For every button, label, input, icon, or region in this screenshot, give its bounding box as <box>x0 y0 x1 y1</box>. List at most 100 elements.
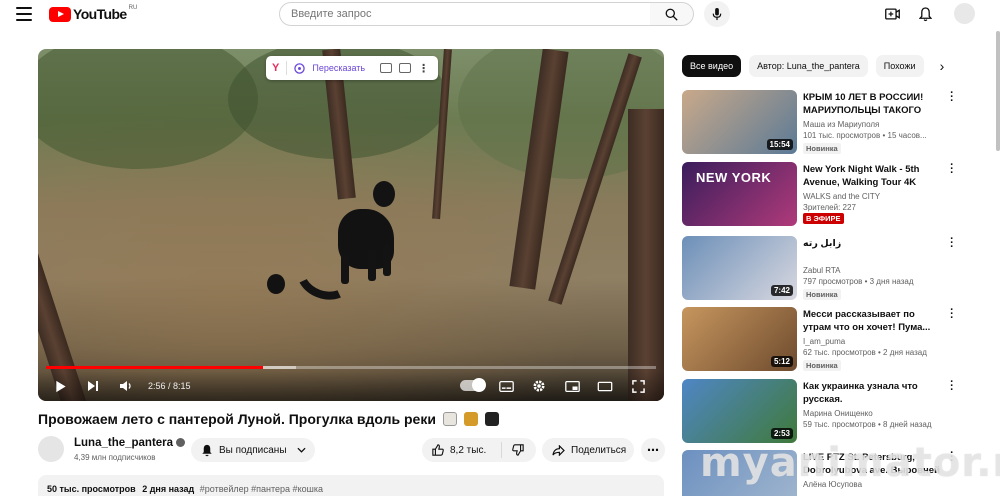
thumbs-up-icon <box>432 444 444 456</box>
fullscreen-icon <box>631 379 645 393</box>
video-meta: 59 тыс. просмотров • 8 дней назад <box>803 420 932 429</box>
recommendation-item[interactable]: 7:42 زابل رته Zabul RTA 797 просмотров • 3 … <box>682 234 962 302</box>
search-box <box>279 2 651 26</box>
next-button[interactable] <box>84 377 102 395</box>
summarize-button[interactable]: Пересказать <box>312 63 365 73</box>
video-thumbnail[interactable]: 2:53 <box>682 379 797 443</box>
more-actions-button[interactable]: ⋯ <box>641 438 665 462</box>
player-controls: 2:56 / 8:15 <box>38 371 664 401</box>
duration-badge: 5:12 <box>770 356 793 367</box>
settings-button[interactable] <box>529 377 549 395</box>
view-count: 50 тыс. просмотров <box>47 484 136 494</box>
subscriber-count: 4,39 млн подписчиков <box>74 453 156 462</box>
summarize-extension-bar: Y Пересказать ⋮ <box>266 56 438 80</box>
new-badge: Новинка <box>803 360 841 371</box>
video-title: КРЫМ 10 ЛЕТ В РОССИИ! МАРИУПОЛЬЦЫ ТАКОГО… <box>803 92 924 116</box>
subtitles-button[interactable] <box>496 377 516 395</box>
time-display: 2:56 / 8:15 <box>148 381 191 391</box>
recommendation-item[interactable]: NEW YORK New York Night Walk - 5th Avenue… <box>682 160 962 228</box>
chip-all-videos[interactable]: Все видео <box>682 55 742 77</box>
youtube-play-icon <box>49 6 71 22</box>
recommendation-item[interactable]: 2:53 Как украинка узнала что русская. Мари… <box>682 377 962 445</box>
subscribed-label: Вы подписаны <box>219 444 287 456</box>
search-button[interactable] <box>650 2 694 26</box>
video-player[interactable]: Y Пересказать ⋮ 2:56 / 8:15 <box>38 49 664 401</box>
subscribed-button[interactable]: Вы подписаны <box>191 438 315 462</box>
video-meta: 797 просмотров • 3 дня назад <box>803 277 914 286</box>
share-button[interactable]: Поделиться <box>542 438 634 462</box>
hashtags[interactable]: #ротвейлер #пантера #кошка <box>200 484 323 494</box>
channel-name: Zabul RTA <box>803 266 841 275</box>
video-meta: 101 тыс. просмотров • 15 часов... <box>803 131 927 140</box>
miniplayer-button[interactable] <box>562 377 582 395</box>
channel-name: I_am_puma <box>803 337 846 346</box>
panther-leg <box>341 254 349 284</box>
channel-avatar[interactable] <box>38 436 64 462</box>
youtube-logo[interactable]: YouTube RU <box>49 5 137 22</box>
search-icon <box>665 8 678 21</box>
publish-date: 2 дня назад <box>142 484 195 494</box>
menu-icon[interactable] <box>16 7 32 21</box>
video-thumbnail[interactable]: 15:54 <box>682 90 797 154</box>
search-input[interactable] <box>291 8 650 20</box>
description-box[interactable]: 50 тыс. просмотров 2 дня назад #ротвейле… <box>38 475 664 496</box>
channel-name-link[interactable]: Luna_the_pantera <box>74 437 186 449</box>
share-icon <box>552 444 565 456</box>
more-vertical-icon[interactable]: · · · <box>948 377 956 396</box>
notifications-button[interactable] <box>915 4 935 24</box>
video-meta: 62 тыс. просмотров • 2 дня назад <box>803 348 927 357</box>
top-header: YouTube RU <box>0 0 1000 28</box>
watermark: myanimator.ru <box>700 440 1000 486</box>
bell-icon <box>202 444 212 456</box>
create-video-icon <box>884 8 900 20</box>
chip-similar[interactable]: Похожи <box>875 55 924 77</box>
verified-icon <box>176 438 186 447</box>
more-vertical-icon[interactable]: · · · <box>948 160 956 179</box>
chevron-down-icon <box>296 447 306 453</box>
volume-button[interactable] <box>116 377 136 395</box>
divider <box>286 61 288 75</box>
recommendation-item[interactable]: 5:12 Месси рассказывает по утрам что он х… <box>682 305 962 373</box>
more-vertical-icon[interactable]: · · · <box>948 88 956 107</box>
video-thumbnail[interactable]: 7:42 <box>682 236 797 300</box>
theater-mode-button[interactable] <box>595 377 615 395</box>
fullscreen-button[interactable] <box>628 377 648 395</box>
tree-trunk <box>628 109 664 401</box>
live-badge: В ЭФИРЕ <box>803 213 844 224</box>
duration-badge: 2:53 <box>770 428 793 439</box>
theater-mode-icon <box>597 381 613 391</box>
scrollbar[interactable] <box>996 31 1000 151</box>
like-count: 8,2 тыс. <box>450 444 487 456</box>
recommendation-item[interactable]: 15:54 КРЫМ 10 ЛЕТ В РОССИИ! МАРИУПОЛЬЦЫ Т… <box>682 88 962 156</box>
chip-by-author[interactable]: Автор: Luna_the_pantera <box>749 55 868 77</box>
video-title-text: Провожаем лето с пантерой Луной. Прогулк… <box>38 411 436 427</box>
filter-chips: Все видео Автор: Luna_the_pantera Похожи <box>682 55 950 77</box>
account-avatar[interactable] <box>954 3 975 24</box>
video-title: زابل رته <box>803 238 842 249</box>
chevron-right-icon[interactable]: › <box>934 58 950 74</box>
autoplay-toggle[interactable] <box>460 378 486 392</box>
microphone-icon <box>712 7 722 20</box>
video-title: Провожаем лето с пантерой Луной. Прогулк… <box>38 411 499 427</box>
dislike-button[interactable] <box>502 444 524 456</box>
panther-leg <box>383 244 391 276</box>
voice-search-button[interactable] <box>704 1 730 27</box>
progress-bar[interactable] <box>46 366 656 369</box>
create-button[interactable] <box>882 4 902 24</box>
extension-more-icon[interactable]: ⋮ <box>418 62 429 75</box>
panther-tail-tip <box>267 274 285 294</box>
picture-panel-icon[interactable] <box>399 63 412 73</box>
more-vertical-icon[interactable]: · · · <box>948 234 956 253</box>
play-button[interactable] <box>52 377 70 395</box>
black-square-emoji-icon <box>484 412 499 426</box>
subtitles-panel-icon[interactable] <box>380 63 393 73</box>
new-badge: Новинка <box>803 289 841 300</box>
more-vertical-icon[interactable]: · · · <box>948 305 956 324</box>
video-thumbnail[interactable]: NEW YORK <box>682 162 797 226</box>
channel-name: Luna_the_pantera <box>74 437 174 449</box>
like-button[interactable]: 8,2 тыс. <box>422 442 502 458</box>
panther-head <box>373 181 395 207</box>
play-icon <box>56 380 66 392</box>
video-thumbnail[interactable]: 5:12 <box>682 307 797 371</box>
ghost-emoji-icon <box>442 412 457 426</box>
